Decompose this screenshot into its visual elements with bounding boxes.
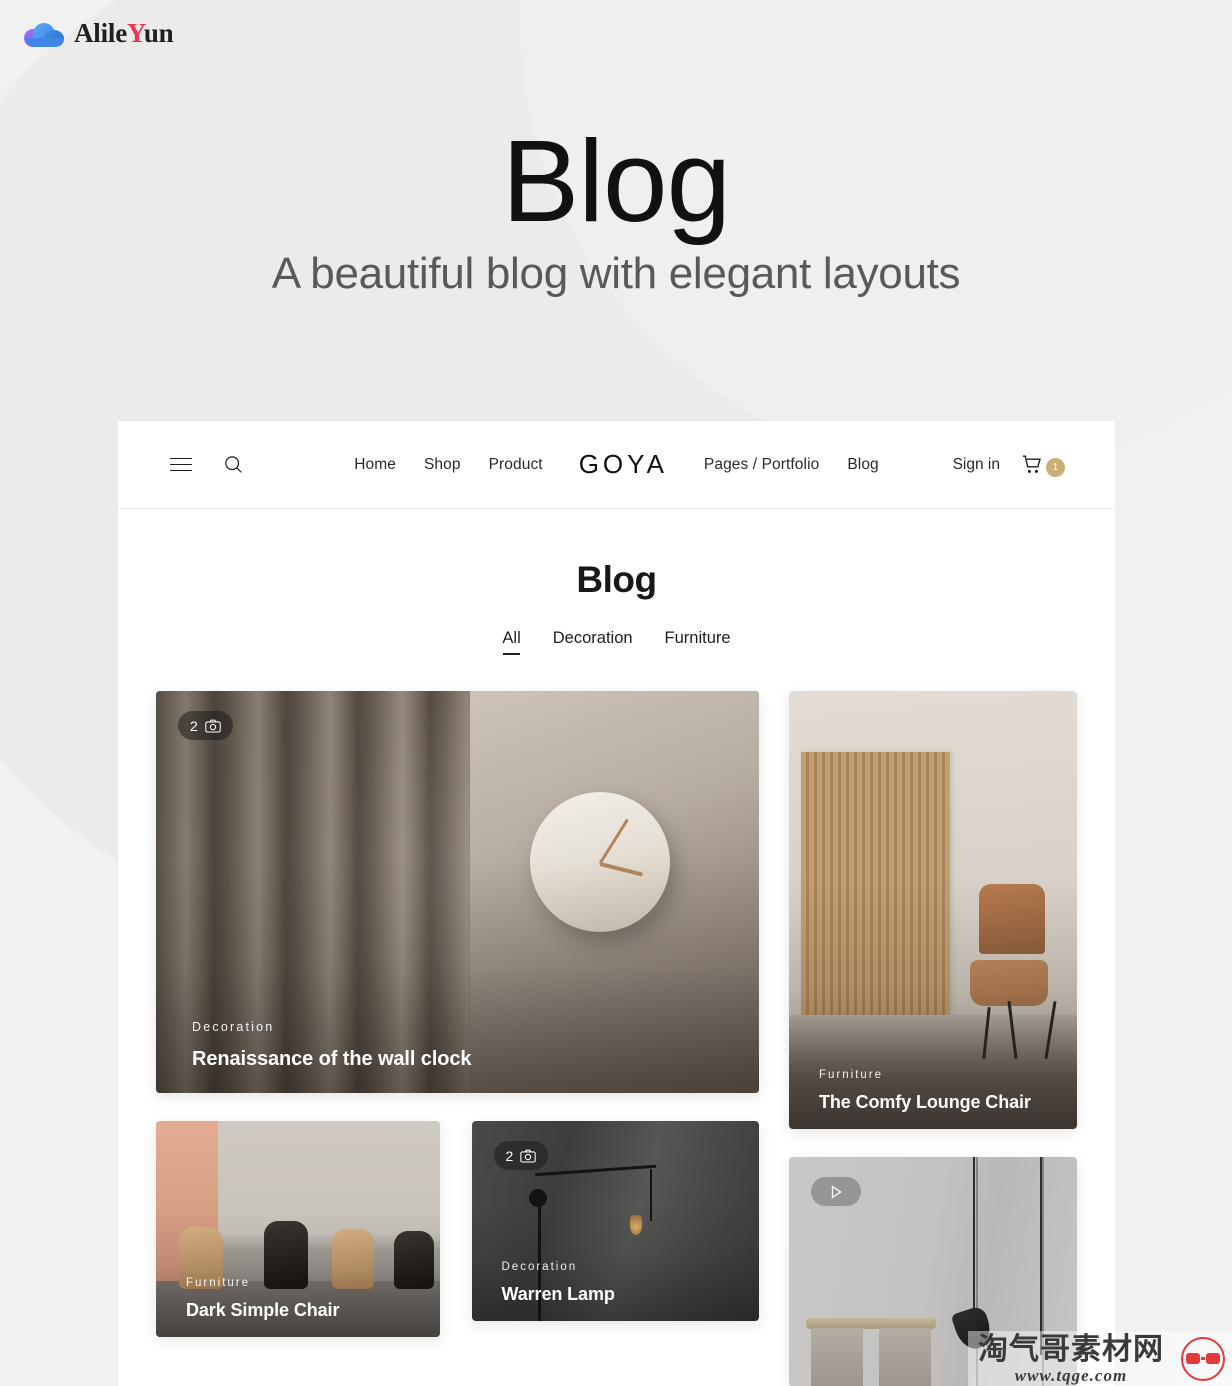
blog-card-caption: Furniture Dark Simple Chair	[156, 1277, 440, 1337]
filter-furniture[interactable]: Furniture	[665, 629, 731, 655]
photo-count: 2	[190, 717, 198, 734]
photo-count-badge: 2	[178, 711, 233, 740]
sign-in-link[interactable]: Sign in	[953, 456, 1000, 474]
nav-link-pages-portfolio[interactable]: Pages / Portfolio	[690, 456, 833, 474]
blog-card-dark-simple-chair[interactable]: Furniture Dark Simple Chair	[156, 1121, 440, 1337]
blog-card-category: Furniture	[186, 1277, 251, 1289]
hamburger-menu-icon[interactable]	[168, 452, 194, 478]
search-icon[interactable]	[220, 452, 246, 478]
cart-button[interactable]: 1	[1020, 453, 1065, 477]
blog-card-comfy-lounge-chair[interactable]: Furniture The Comfy Lounge Chair	[789, 691, 1077, 1129]
nav-link-blog[interactable]: Blog	[833, 456, 892, 474]
blog-card-title[interactable]: The Comfy Lounge Chair	[819, 1092, 1077, 1113]
watermark-cn-text: 淘气哥素材网	[978, 1332, 1164, 1367]
filter-all[interactable]: All	[502, 629, 521, 655]
blog-card-warren-lamp[interactable]: 2 Decoration Warren Lamp	[471, 1121, 760, 1321]
site-logo[interactable]: GOYA	[557, 449, 690, 480]
camera-icon	[520, 1149, 537, 1163]
hero-section: Blog A beautiful blog with elegant layou…	[0, 120, 1232, 299]
nav-link-shop[interactable]: Shop	[410, 456, 475, 474]
hero-subtitle: A beautiful blog with elegant layouts	[271, 248, 961, 298]
blog-card-wall-clock[interactable]: 2 Decoration Renaissance of the wall clo…	[156, 691, 759, 1093]
hero-title: Blog	[501, 116, 731, 246]
play-video-badge[interactable]	[811, 1177, 861, 1206]
photo-count: 2	[505, 1147, 514, 1164]
watermark-url: www.tqge.com	[1014, 1366, 1128, 1385]
camera-icon	[205, 719, 221, 733]
blog-card-caption: Decoration Warren Lamp	[472, 1261, 760, 1321]
watermark-text: 淘气哥素材网 www.tqge.com	[968, 1331, 1174, 1386]
header-right-controls: Sign in 1	[953, 453, 1065, 477]
play-icon	[831, 1184, 842, 1199]
brand-name-prefix: Alile	[74, 18, 127, 48]
blog-card-caption: Decoration Renaissance of the wall clock	[156, 1020, 759, 1093]
blog-grid: 2 Decoration Renaissance of the wall clo…	[156, 691, 1077, 1386]
shopping-cart-icon	[1023, 455, 1041, 473]
page-title: Blog	[576, 559, 657, 600]
watermark: 淘气哥素材网 www.tqge.com	[968, 1331, 1232, 1386]
photo-count-badge: 2	[493, 1141, 549, 1170]
blog-section: Blog All Decoration Furniture 2 Decorati…	[118, 509, 1115, 1386]
blog-grid-left-column: 2 Decoration Renaissance of the wall clo…	[156, 691, 759, 1337]
blog-grid-left-bottom-row: Furniture Dark Simple Chair 2 Decoration…	[156, 1121, 759, 1337]
blog-card-caption: Furniture The Comfy Lounge Chair	[789, 1069, 1077, 1129]
brand-name-highlight: Y	[127, 18, 144, 48]
cart-count-badge: 1	[1046, 457, 1065, 477]
site-brand[interactable]: AlileYun	[24, 18, 174, 49]
card-gradient-overlay	[789, 691, 1077, 1129]
site-header: Home Shop Product GOYA Pages / Portfolio…	[118, 421, 1115, 509]
blog-card-category: Decoration	[501, 1261, 578, 1273]
blog-card-title[interactable]: Renaissance of the wall clock	[192, 1048, 759, 1071]
cloud-icon	[24, 21, 66, 47]
blog-card-title[interactable]: Dark Simple Chair	[186, 1300, 440, 1321]
blog-card-category: Decoration	[192, 1020, 275, 1034]
brand-name-suffix: un	[143, 18, 174, 48]
header-left-controls	[168, 452, 246, 478]
nav-link-home[interactable]: Home	[340, 456, 410, 474]
blog-card-category: Furniture	[819, 1069, 884, 1081]
page-root: AlileYun Blog A beautiful blog with eleg…	[0, 0, 1232, 1386]
blog-filters: All Decoration Furniture	[156, 629, 1077, 655]
nav-link-product[interactable]: Product	[475, 456, 557, 474]
site-preview: Home Shop Product GOYA Pages / Portfolio…	[118, 421, 1115, 1386]
blog-grid-right-column: Furniture The Comfy Lounge Chair	[789, 691, 1077, 1386]
filter-decoration[interactable]: Decoration	[553, 629, 633, 655]
watermark-logo	[1174, 1331, 1232, 1386]
brand-name: AlileYun	[74, 18, 174, 49]
glasses-icon	[1181, 1336, 1225, 1381]
blog-card-title[interactable]: Warren Lamp	[502, 1284, 760, 1305]
